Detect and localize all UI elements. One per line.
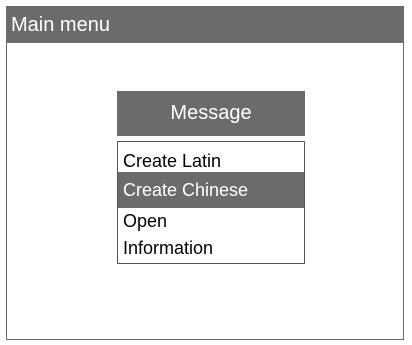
main-menu-titlebar: Main menu [7, 7, 403, 43]
menu-item-create-latin[interactable]: Create Latin [118, 147, 304, 175]
message-dialog-title: Message [117, 91, 305, 136]
menu-item-information[interactable]: Information [118, 234, 304, 262]
menu-item-create-chinese[interactable]: Create Chinese [118, 172, 304, 208]
menu-item-open[interactable]: Open [118, 207, 304, 235]
device-screen: Main menu Message Create Latin Create Ch… [6, 6, 404, 340]
message-menu-list: Create Latin Create Chinese Open Informa… [117, 141, 305, 264]
